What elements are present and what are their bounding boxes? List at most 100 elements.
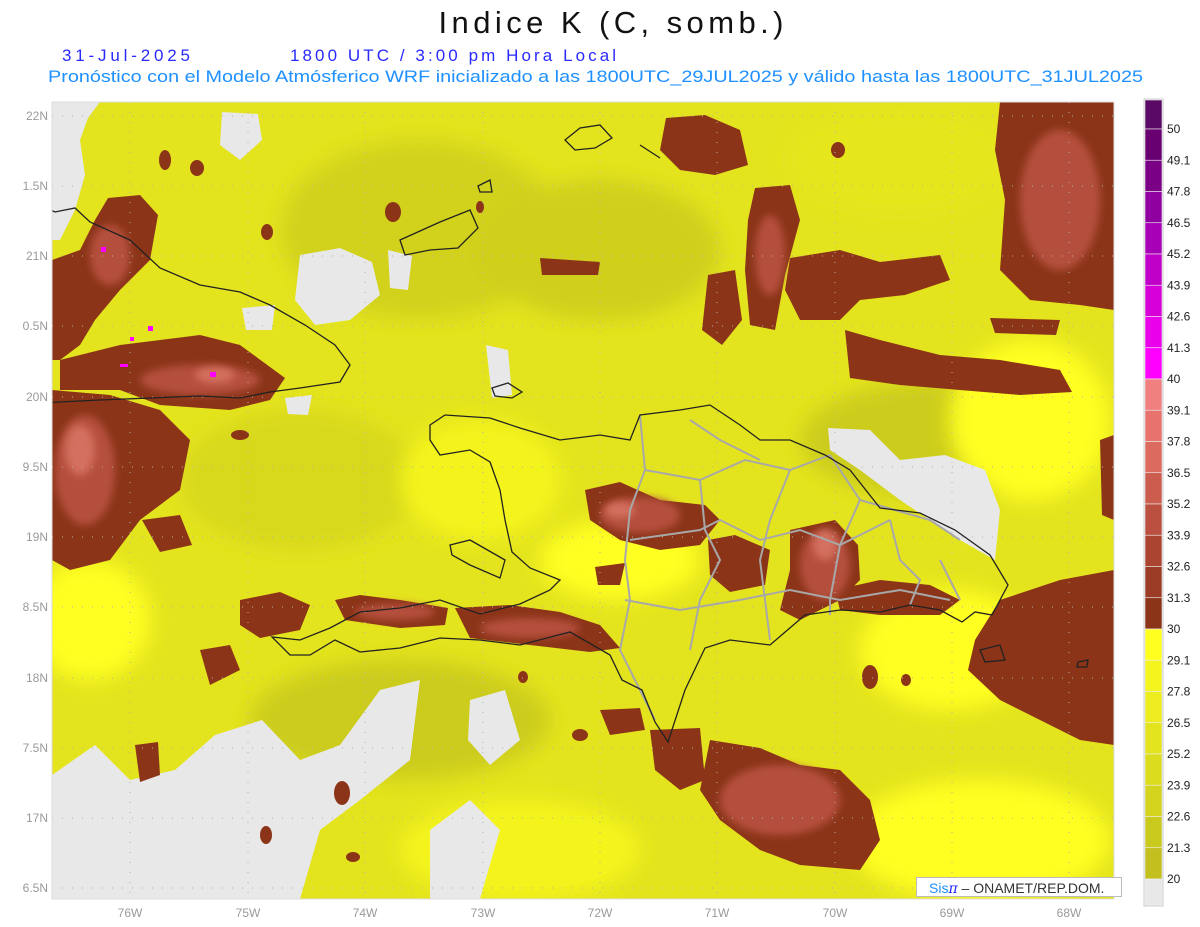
longitude-axis: 76W 75W 74W 73W 72W 71W 70W 69W 68W (118, 906, 1082, 920)
colorbar-segment (1144, 472, 1163, 505)
colorbar-label: 30 (1167, 622, 1181, 636)
colorbar-segment (1144, 597, 1163, 630)
colorbar: 50 49.1 47.8 46.5 45.2 43.9 42.6 41.3 40 39.1 37.8… (1143, 98, 1191, 907)
high-k-peak-shape (65, 425, 95, 475)
latitude-axis: 22N 1.5N 21N 0.5N 20N 9.5N 19N 8.5N 18N … (23, 109, 48, 895)
lon-label: 69W (940, 906, 965, 920)
colorbar-segment (1144, 409, 1163, 442)
high-k-core-shape (480, 618, 580, 638)
colorbar-label: 29.1 (1167, 653, 1191, 667)
colorbar-segment (1144, 253, 1163, 286)
colorbar-segment (1144, 316, 1163, 349)
lat-label: 9.5N (23, 460, 48, 474)
small-high-k-spot-shape (182, 345, 198, 359)
credit-org: – ONAMET/REP.DOM. (957, 880, 1105, 896)
lat-label: 21N (26, 249, 48, 263)
lat-label: 6.5N (23, 881, 48, 895)
low-value-region-shape (285, 395, 312, 415)
colorbar-label: 37.8 (1167, 435, 1191, 449)
coastline-shape (35, 685, 48, 688)
colorbar-label: 42.6 (1167, 310, 1191, 324)
magenta-spot-shape (130, 337, 134, 341)
colorbar-label: 50 (1167, 122, 1181, 136)
colorbar-label: 27.8 (1167, 685, 1191, 699)
magenta-spot-shape (101, 247, 106, 252)
yellow-shading-shape (790, 110, 1010, 210)
k-index-map: 22N 1.5N 21N 0.5N 20N 9.5N 19N 8.5N 18N … (23, 98, 1191, 920)
colorbar-segment (1144, 378, 1163, 411)
colorbar-label: 35.2 (1167, 497, 1191, 511)
coastline-shape (35, 635, 48, 645)
lon-label: 75W (236, 906, 261, 920)
yellow-shading-shape (400, 420, 560, 540)
colorbar-segment (1144, 784, 1163, 817)
lat-label: 1.5N (23, 179, 48, 193)
colorbar-label: 21.3 (1167, 841, 1191, 855)
lon-label: 74W (353, 906, 378, 920)
colorbar-segment (1144, 878, 1163, 906)
colorbar-label: 41.3 (1167, 341, 1191, 355)
colorbar-label: 46.5 (1167, 216, 1191, 230)
colorbar-segment (1144, 722, 1163, 755)
colorbar-segment (1144, 441, 1163, 474)
colorbar-segment (1144, 847, 1163, 880)
high-k-core-shape (1020, 130, 1100, 270)
lat-label: 0.5N (23, 319, 48, 333)
colorbar-label: 22.6 (1167, 810, 1191, 824)
high-k-core-shape (355, 604, 435, 620)
colorbar-label: 25.2 (1167, 747, 1191, 761)
small-high-k-spot-shape (572, 729, 588, 741)
colorbar-segment (1144, 222, 1163, 255)
lon-label: 68W (1057, 906, 1082, 920)
colorbar-label: 33.9 (1167, 528, 1191, 542)
colorbar-label: 26.5 (1167, 716, 1191, 730)
colorbar-segment (1144, 753, 1163, 786)
small-high-k-spot-shape (385, 202, 401, 222)
lon-label: 71W (705, 906, 730, 920)
magenta-spot-shape (210, 372, 216, 377)
colorbar-segment (1144, 284, 1163, 317)
lat-label: 17N (26, 811, 48, 825)
colorbar-label: 31.3 (1167, 591, 1191, 605)
colorbar-label: 40 (1167, 372, 1181, 386)
colorbar-segment (1144, 503, 1163, 536)
lon-label: 76W (118, 906, 143, 920)
lon-label: 73W (471, 906, 496, 920)
colorbar-segment (1144, 191, 1163, 224)
small-high-k-spot-shape (568, 262, 596, 274)
colorbar-segment (1144, 347, 1163, 380)
magenta-spot-shape (148, 326, 153, 331)
colorbar-segment (1144, 691, 1163, 724)
credit-box: Sisπ – ONAMET/REP.DOM. (916, 877, 1122, 897)
small-high-k-spot-shape (260, 826, 272, 844)
small-high-k-spot-shape (261, 224, 273, 240)
high-k-region-shape (1100, 435, 1114, 520)
low-value-region-shape (388, 250, 412, 290)
colorbar-segment (1144, 816, 1163, 849)
small-high-k-spot-shape (334, 781, 350, 805)
lat-label: 20N (26, 390, 48, 404)
high-k-core-shape (720, 765, 840, 835)
low-value-region-shape (242, 305, 275, 330)
small-high-k-spot-shape (862, 665, 878, 689)
small-high-k-spot-shape (231, 430, 249, 440)
colorbar-segment (1144, 128, 1163, 161)
lat-label: 7.5N (23, 741, 48, 755)
small-high-k-spot-shape (831, 142, 845, 158)
colorbar-segment (1144, 566, 1163, 599)
yellow-shading-shape (52, 560, 150, 680)
small-high-k-spot-shape (346, 852, 360, 862)
lat-label: 22N (26, 109, 48, 123)
map-field (35, 102, 1114, 899)
yellow-shading-shape (480, 180, 720, 320)
high-k-core-shape (755, 215, 785, 295)
lat-label: 18N (26, 671, 48, 685)
colorbar-label: 32.6 (1167, 560, 1191, 574)
sispi-logo-pi: π (948, 881, 958, 897)
yellow-shading-shape (180, 410, 420, 550)
high-k-core-shape (90, 225, 130, 285)
colorbar-segment (1144, 534, 1163, 567)
lon-label: 70W (823, 906, 848, 920)
colorbar-segment (1144, 659, 1163, 692)
small-high-k-spot-shape (159, 150, 171, 170)
